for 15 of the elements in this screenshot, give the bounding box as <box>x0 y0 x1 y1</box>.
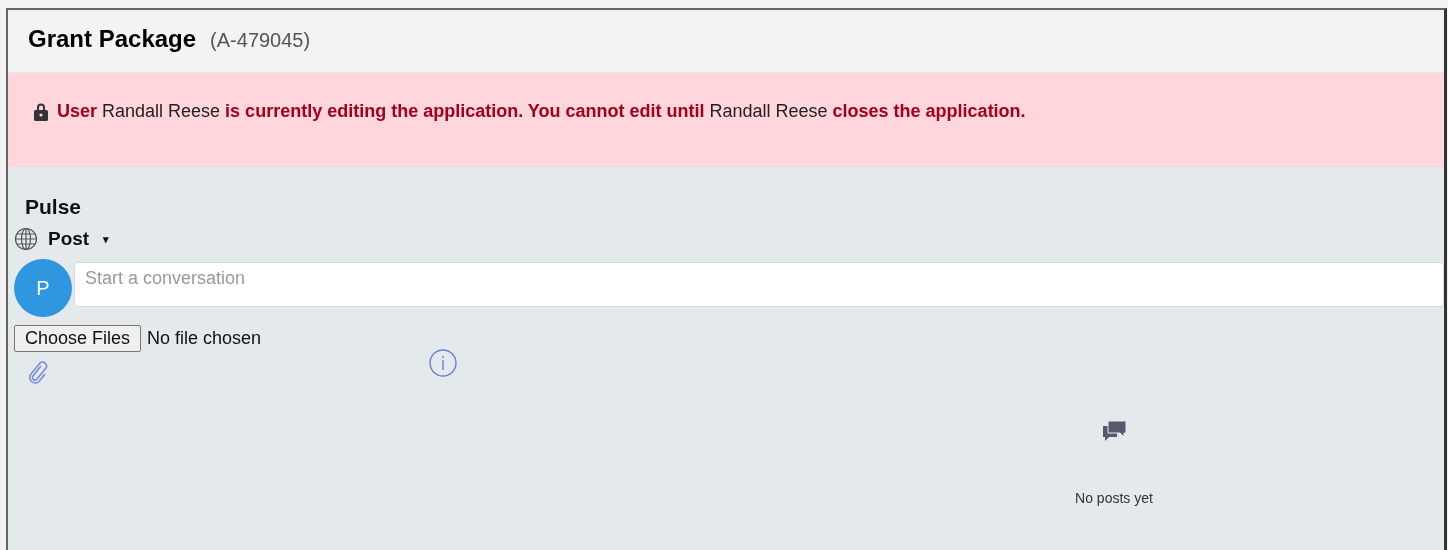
record-id: (A-479045) <box>210 29 311 52</box>
post-type-dropdown[interactable]: Post ▾ <box>48 228 110 250</box>
user-avatar: P <box>14 259 72 317</box>
section-title: Pulse <box>25 195 82 219</box>
lock-icon <box>33 101 49 121</box>
chat-bubbles-icon <box>1101 420 1127 444</box>
info-icon[interactable] <box>429 349 457 377</box>
page-title: Grant Package <box>28 25 197 53</box>
lock-message: User Randall Reese is currently editing the application. You cannot edit until Randall Reese closes the application. <box>57 100 1026 122</box>
conversation-input[interactable]: Start a conversation <box>74 262 1444 307</box>
choose-files-button[interactable]: Choose Files <box>14 325 142 352</box>
globe-icon[interactable] <box>14 227 38 251</box>
empty-state-text: No posts yet <box>1075 490 1153 506</box>
file-status: No file chosen <box>147 328 262 349</box>
paperclip-icon[interactable] <box>26 360 48 384</box>
